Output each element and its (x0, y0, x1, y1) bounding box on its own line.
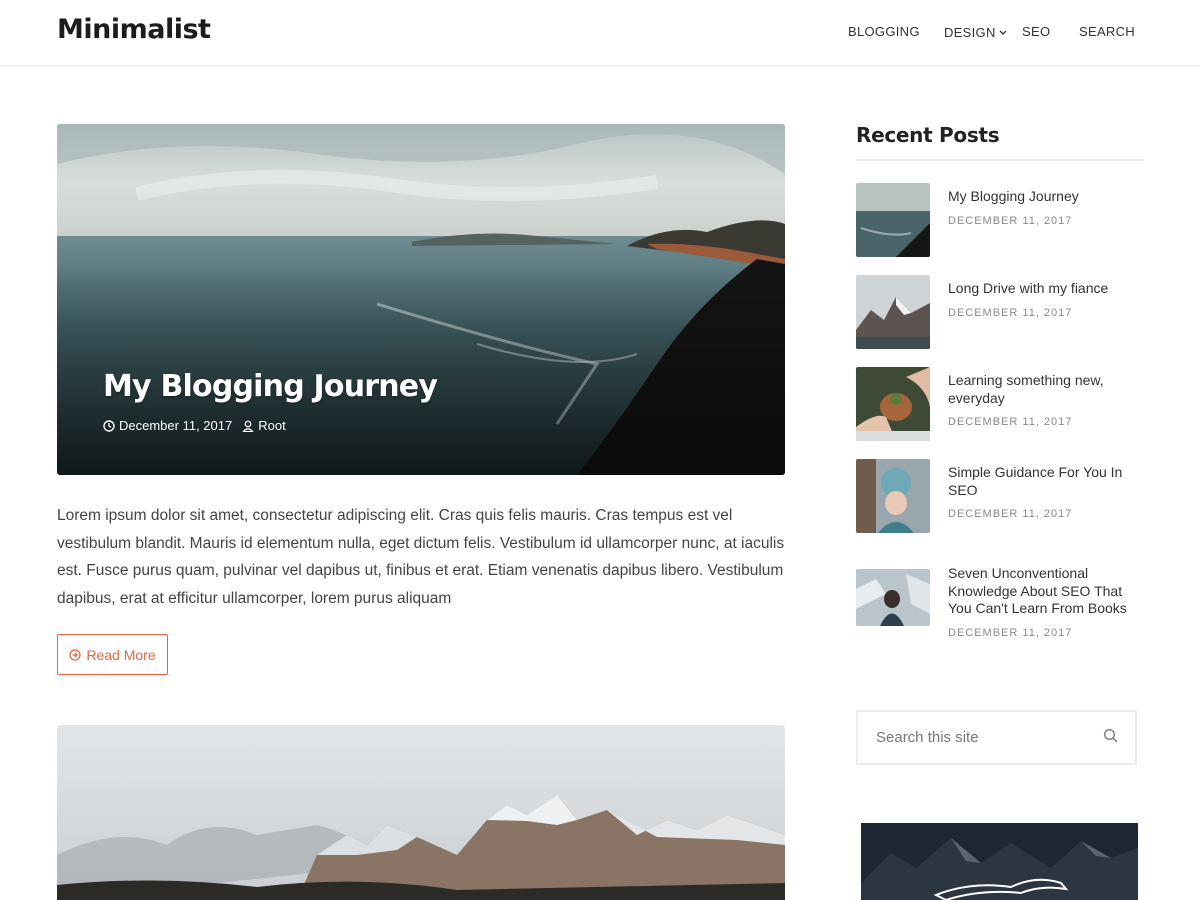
recent-post-date: DECEMBER 11, 2017 (948, 626, 1073, 639)
recent-post-date: DECEMBER 11, 2017 (948, 214, 1073, 227)
second-post-image[interactable] (57, 725, 785, 900)
site-header: Minimalist BLOGGING DESIGN SEO SEARCH (0, 0, 1200, 66)
nav-item-blogging[interactable]: BLOGGING (848, 24, 920, 40)
recent-post-thumbnail[interactable] (856, 459, 930, 533)
recent-post-thumbnail[interactable] (856, 183, 930, 257)
post-excerpt: Lorem ipsum dolor sit amet, consectetur … (57, 507, 785, 608)
recent-post-title[interactable]: Simple Guidance For You In SEO (948, 464, 1148, 499)
search-widget (856, 710, 1137, 765)
clock-icon (103, 419, 115, 432)
recent-post-title[interactable]: Seven Unconventional Knowledge About SEO… (948, 565, 1148, 618)
post-meta: December 11, 2017 Root (103, 418, 296, 433)
arrow-circle-icon (69, 648, 82, 661)
user-icon (242, 420, 254, 432)
chevron-down-icon (999, 24, 1007, 40)
featured-post[interactable]: My Blogging Journey December 11, 2017 Ro… (57, 124, 785, 475)
recent-post-title[interactable]: Learning something new, everyday (948, 372, 1148, 407)
nav-item-label: DESIGN (944, 25, 996, 40)
recent-post-date: DECEMBER 11, 2017 (948, 508, 1073, 520)
featured-post-title[interactable]: My Blogging Journey (103, 369, 438, 404)
recent-post-title[interactable]: My Blogging Journey (948, 188, 1148, 206)
promo-image[interactable] (861, 823, 1138, 900)
search-icon[interactable] (1103, 728, 1123, 748)
read-more-button[interactable]: Read More (57, 634, 168, 675)
search-input[interactable] (876, 712, 1096, 763)
read-more-label: Read More (86, 646, 156, 663)
recent-post-thumbnail[interactable] (856, 367, 930, 441)
nav-item-seo[interactable]: SEO (1022, 24, 1050, 40)
post-date-text: December 11, 2017 (119, 418, 233, 433)
recent-post-date: DECEMBER 11, 2017 (948, 416, 1073, 428)
recent-post-date: DECEMBER 11, 2017 (948, 306, 1073, 319)
nav-item-design[interactable]: DESIGN (944, 24, 1007, 41)
post-author-text: Root (258, 418, 286, 433)
recent-posts-title: Recent Posts (856, 123, 1000, 147)
recent-post-thumbnail[interactable] (856, 275, 930, 349)
recent-post-title[interactable]: Long Drive with my fiance (948, 280, 1148, 298)
nav-item-search[interactable]: SEARCH (1079, 24, 1135, 40)
post-date[interactable]: December 11, 2017 (103, 418, 232, 433)
widget-divider (856, 159, 1144, 161)
main-nav: BLOGGING DESIGN SEO SEARCH (0, 24, 1200, 44)
recent-post-thumbnail[interactable] (856, 569, 930, 626)
post-author[interactable]: Root (242, 418, 286, 433)
